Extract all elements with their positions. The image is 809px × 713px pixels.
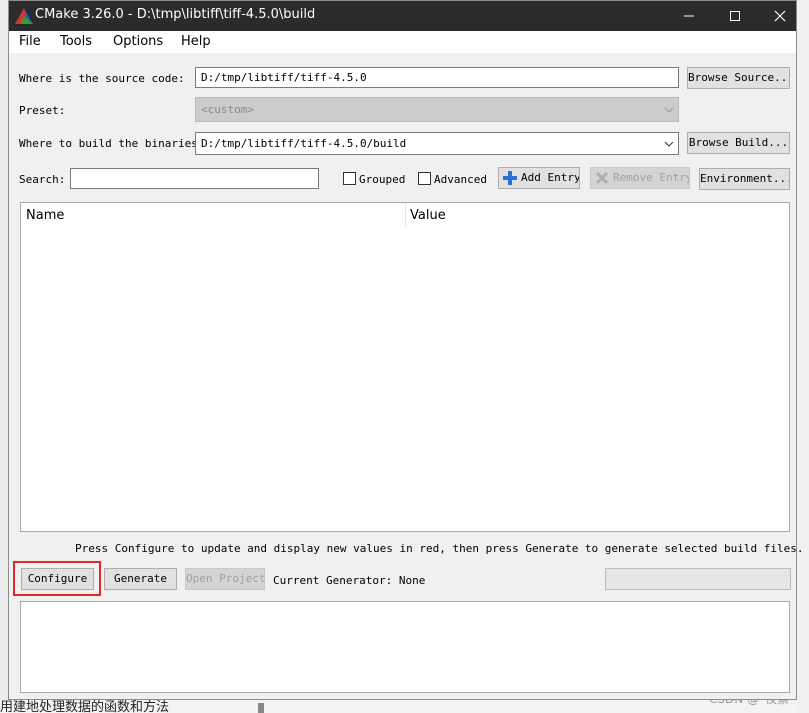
menu-help[interactable]: Help <box>181 34 211 49</box>
environment-button[interactable]: Environment... <box>699 168 790 190</box>
add-entry-button[interactable]: Add Entry <box>498 167 580 189</box>
background-window-edge-right <box>797 0 809 713</box>
title-bar[interactable]: CMake 3.26.0 - D:\tmp\libtiff\tiff-4.5.0… <box>9 1 796 31</box>
preset-value: <custom> <box>201 103 254 116</box>
cache-table[interactable]: Name Value <box>20 202 790 532</box>
progress-bar <box>605 568 791 590</box>
maximize-icon <box>730 11 740 21</box>
cmake-logo-icon <box>15 8 33 24</box>
chevron-down-icon <box>664 141 674 147</box>
add-entry-label: Add Entry <box>521 171 580 184</box>
background-scrollbar <box>258 703 264 713</box>
window-title: CMake 3.26.0 - D:\tmp\libtiff\tiff-4.5.0… <box>35 7 316 22</box>
menu-tools[interactable]: Tools <box>60 34 92 49</box>
minimize-button[interactable] <box>666 1 712 31</box>
search-label: Search: <box>19 173 66 186</box>
background-window-edge-left <box>0 0 8 700</box>
advanced-checkbox[interactable] <box>418 172 431 185</box>
build-select[interactable]: D:/tmp/libtiff/tiff-4.5.0/build <box>195 132 679 155</box>
maximize-button[interactable] <box>712 1 758 31</box>
column-header-name[interactable]: Name <box>26 208 64 223</box>
open-project-button[interactable]: Open Project <box>185 568 265 590</box>
menu-file[interactable]: File <box>19 34 41 49</box>
browse-build-button[interactable]: Browse Build... <box>687 132 790 154</box>
configure-button[interactable]: Configure <box>21 568 94 590</box>
background-text: 用建地处理数据的函数和方法 <box>0 700 170 713</box>
build-value: D:/tmp/libtiff/tiff-4.5.0/build <box>201 137 407 150</box>
search-input[interactable] <box>70 168 319 189</box>
remove-entry-button[interactable]: Remove Entry <box>590 167 690 189</box>
menu-bar: File Tools Options Help <box>9 31 796 53</box>
browse-source-button[interactable]: Browse Source... <box>687 67 790 89</box>
source-input[interactable]: D:/tmp/libtiff/tiff-4.5.0 <box>195 67 679 88</box>
close-button[interactable] <box>757 1 803 31</box>
output-log[interactable] <box>20 601 790 693</box>
grouped-checkbox[interactable] <box>343 172 356 185</box>
cmake-window: CMake 3.26.0 - D:\tmp\libtiff\tiff-4.5.0… <box>8 0 803 700</box>
column-header-value[interactable]: Value <box>410 208 446 223</box>
generate-button[interactable]: Generate <box>104 568 177 590</box>
remove-entry-label: Remove Entry <box>613 171 690 184</box>
minimize-icon <box>684 15 694 17</box>
current-generator: Current Generator: None <box>273 574 426 587</box>
build-label: Where to build the binaries: <box>19 137 205 150</box>
preset-label: Preset: <box>19 104 66 117</box>
source-label: Where is the source code: <box>19 72 185 85</box>
remove-icon <box>595 171 609 185</box>
close-icon <box>774 10 786 22</box>
chevron-down-icon <box>664 107 674 113</box>
plus-icon <box>503 171 517 185</box>
menu-options[interactable]: Options <box>113 34 163 49</box>
preset-select: <custom> <box>195 97 679 122</box>
grouped-label: Grouped <box>359 173 406 186</box>
advanced-label: Advanced <box>434 173 487 186</box>
column-separator <box>405 203 406 227</box>
configure-hint: Press Configure to update and display ne… <box>75 542 804 555</box>
